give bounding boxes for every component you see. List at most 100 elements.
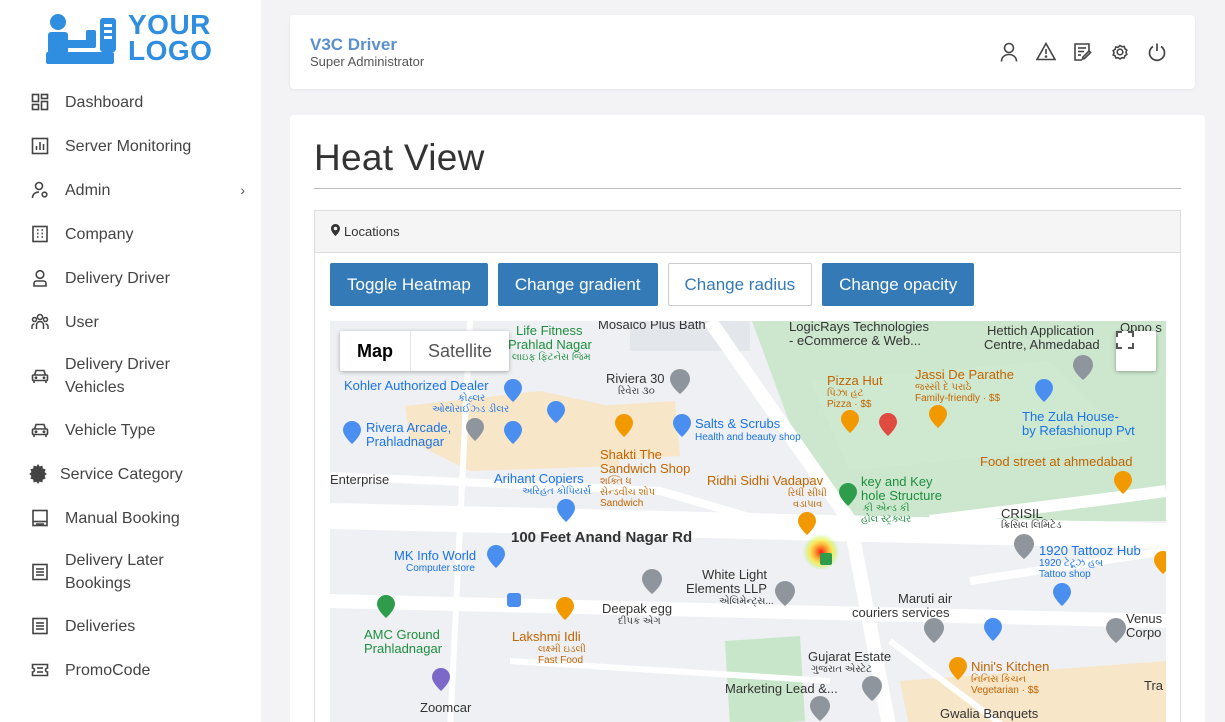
sidebar-item-deliveries[interactable]: Deliveries xyxy=(0,604,261,648)
map-label: દીપક એગ xyxy=(618,616,661,627)
logo[interactable]: YOUR LOGO xyxy=(44,11,219,70)
user-role: Super Administrator xyxy=(310,54,425,69)
map-label: - eCommerce & Web... xyxy=(789,333,921,348)
locations-card: Locations Toggle Heatmap Change gradient… xyxy=(314,210,1181,722)
map-label: Riviera 30 xyxy=(606,371,665,386)
sidebar-item-delivery-driver-vehicles[interactable]: Delivery Driver Vehicles xyxy=(0,344,261,408)
map-label: by Refashionup Pvt xyxy=(1022,423,1135,438)
map-label: Mosaico Plus Bath xyxy=(598,321,706,332)
map-type-map-button[interactable]: Map xyxy=(340,331,410,371)
logo-line2: LOGO xyxy=(128,35,213,66)
chevron-right-icon[interactable]: › xyxy=(240,182,245,198)
map-type-satellite-button[interactable]: Satellite xyxy=(410,331,509,371)
map-label: couriers services xyxy=(852,605,950,620)
map-label: કી એન્ડ કી xyxy=(863,503,910,514)
sidebar-nav: Dashboard Server Monitoring Admin › Comp… xyxy=(0,80,261,692)
map-label: AMC Ground xyxy=(364,627,440,642)
sidebar-item-label: Deliveries xyxy=(65,617,136,635)
car-icon xyxy=(30,366,50,386)
settings-icon[interactable] xyxy=(1109,41,1130,62)
user-icon[interactable] xyxy=(998,41,1019,62)
sidebar-item-dashboard[interactable]: Dashboard xyxy=(0,80,261,124)
map-label: હોલ સ્ટ્રક્ચર xyxy=(861,514,912,525)
bar-chart-icon xyxy=(30,136,50,156)
map-label: Jassi De Parathe xyxy=(915,367,1014,382)
map-label: Corpo xyxy=(1126,625,1162,640)
map-label: Gujarat Estate xyxy=(808,649,892,664)
sidebar-item-vehicle-type[interactable]: Vehicle Type xyxy=(0,408,261,452)
list-icon xyxy=(30,616,50,636)
sidebar-item-label: Delivery Driver xyxy=(65,269,170,287)
app-title: V3C Driver xyxy=(310,35,397,54)
sidebar-item-label: Vehicle Type xyxy=(65,421,156,439)
warning-icon[interactable] xyxy=(1035,41,1056,62)
map-label: Prahlad Nagar xyxy=(508,337,592,352)
users-icon xyxy=(30,312,50,332)
map-label: Food street at ahmedabad xyxy=(980,454,1133,469)
map-label: Gwalia Banquets xyxy=(940,706,1039,721)
map-label: ક્રિસિલ લિમિટેડ xyxy=(1001,520,1062,531)
top-header: V3C Driver Super Administrator xyxy=(290,15,1195,89)
sidebar-item-label: Manual Booking xyxy=(65,509,180,527)
car-icon xyxy=(30,420,50,440)
sidebar-item-company[interactable]: Company xyxy=(0,212,261,256)
map-label: ગુજરાત એસ્ટેટ xyxy=(811,664,872,675)
edit-note-icon[interactable] xyxy=(1072,41,1093,62)
booking-icon xyxy=(30,508,50,528)
heatmap-controls: Toggle Heatmap Change gradient Change ra… xyxy=(330,263,975,306)
map-label: CRISIL xyxy=(1001,506,1043,521)
change-gradient-button[interactable]: Change gradient xyxy=(497,263,658,306)
map-label: Enterprise xyxy=(330,472,390,487)
map-label: Pizza Hut xyxy=(827,373,883,388)
power-icon[interactable] xyxy=(1146,41,1167,62)
map-label: Tattoo shop xyxy=(1039,569,1091,580)
sidebar-item-label: Company xyxy=(65,225,134,243)
map-label: Pizza · $$ xyxy=(827,399,872,410)
road-label: 100 Feet Anand Nagar Rd xyxy=(511,529,693,546)
fullscreen-icon[interactable] xyxy=(1116,331,1156,371)
map-label: White Light xyxy=(702,567,768,582)
map-label: Health and beauty shop xyxy=(695,432,801,443)
map-label: Zoomcar xyxy=(420,700,472,715)
sidebar-item-delivery-later-bookings[interactable]: Delivery Later Bookings xyxy=(0,540,261,604)
map-label: Life Fitness xyxy=(516,323,583,338)
map-label: Rivera Arcade, xyxy=(366,420,452,435)
map-label: Deepak egg xyxy=(602,601,673,616)
change-opacity-button[interactable]: Change opacity xyxy=(822,263,975,306)
heat-map[interactable]: Life Fitness Prahlad Nagar લાઇફ ફિટનેસ જ… xyxy=(330,321,1166,722)
map-label: Maruti air xyxy=(898,591,953,606)
map-label: શક્તિ ધ xyxy=(600,476,632,487)
change-radius-button[interactable]: Change radius xyxy=(667,263,813,306)
map-label: Ridhi Sidhi Vadapav xyxy=(707,473,824,488)
map-type-control: Map Satellite xyxy=(340,331,510,371)
map-label: પિઝા હટ xyxy=(827,388,864,399)
map-label: Computer store xyxy=(406,563,475,574)
map-label: Nini's Kitchen xyxy=(971,659,1050,674)
map-label: ઓથોરાઈઝ્ડ ડીલર xyxy=(432,404,510,415)
map-label: Centre, Ahmedabad xyxy=(984,337,1100,352)
sidebar-item-manual-booking[interactable]: Manual Booking xyxy=(0,496,261,540)
header-actions xyxy=(998,41,1167,62)
ticket-icon xyxy=(30,660,50,680)
sidebar-item-promocode[interactable]: PromoCode xyxy=(0,648,261,692)
map-label: લક્ષ્મી ઇડલી xyxy=(538,644,586,655)
map-label: Fast Food xyxy=(538,655,584,666)
toggle-heatmap-button[interactable]: Toggle Heatmap xyxy=(330,263,488,306)
map-label: Tra xyxy=(1144,678,1164,693)
map-label: વડાપાવ xyxy=(793,499,823,510)
page-title: Heat View xyxy=(314,137,485,178)
sidebar-item-user[interactable]: User xyxy=(0,300,261,344)
sidebar-item-server-monitoring[interactable]: Server Monitoring xyxy=(0,124,261,168)
main-panel: Heat View Locations Toggle Heatmap Chang… xyxy=(290,115,1205,722)
map-label: Elements LLP xyxy=(686,581,767,596)
sidebar-item-service-category[interactable]: Service Category xyxy=(0,452,261,496)
list-icon xyxy=(30,562,50,582)
map-label: જસ્સી દે પરાઠે xyxy=(915,382,972,393)
sidebar-item-label: Delivery Later Bookings xyxy=(65,552,164,592)
sidebar-item-delivery-driver[interactable]: Delivery Driver xyxy=(0,256,261,300)
sidebar-item-admin[interactable]: Admin › xyxy=(0,168,261,212)
map-label: રિધી સીધી xyxy=(788,488,827,499)
sidebar: YOUR LOGO Dashboard Server Monitoring Ad… xyxy=(0,0,261,722)
map-label: hole Structure xyxy=(861,488,942,503)
map-label: સેન્ડવીચ શોપ xyxy=(600,487,656,498)
